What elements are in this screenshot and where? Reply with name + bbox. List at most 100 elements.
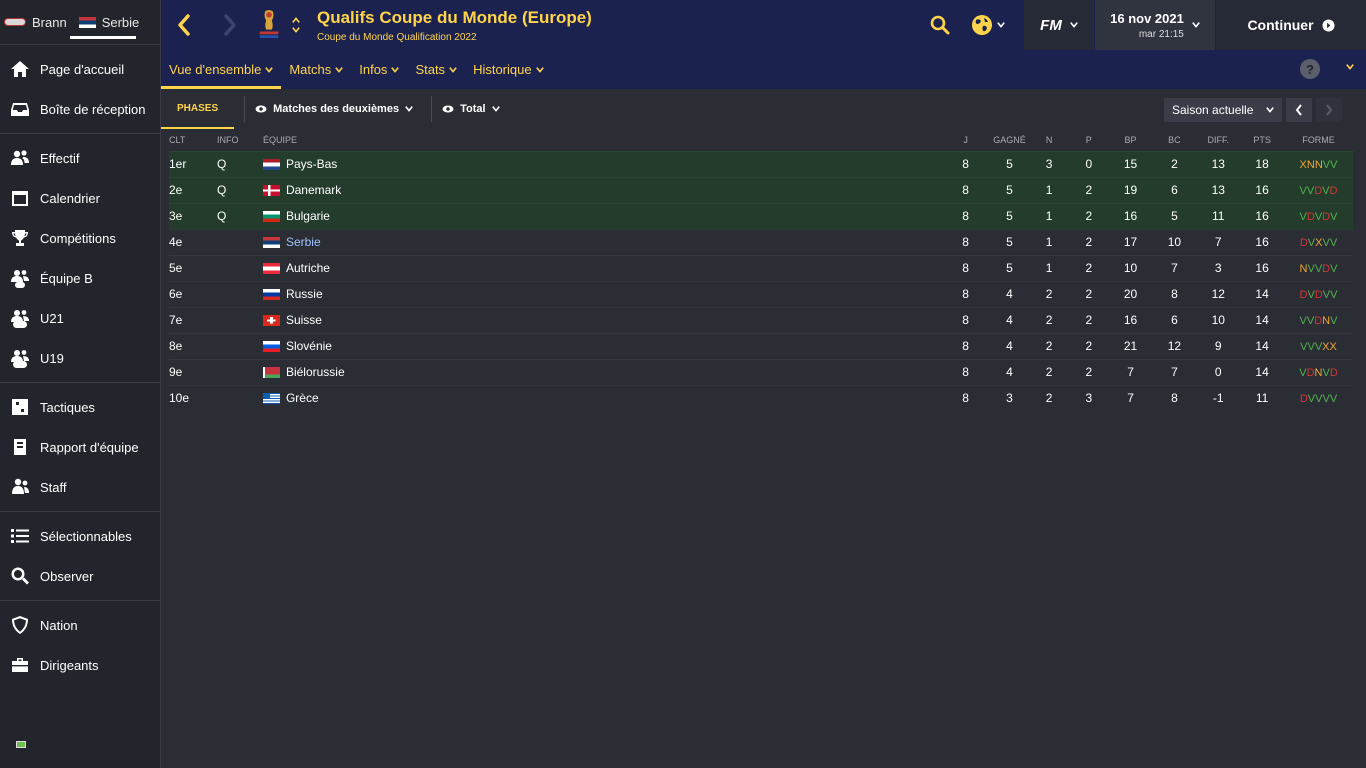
table-row[interactable]: 8e Slovénie 8 4 2 2 21 12 9 14 VVVXX bbox=[169, 332, 1353, 359]
tab-stats[interactable]: Stats bbox=[407, 50, 465, 89]
club-serbie-label: Serbie bbox=[101, 14, 140, 30]
chevron-down-icon bbox=[1266, 107, 1274, 113]
sidebar-item-page-d-accueil[interactable]: Page d'accueil bbox=[0, 49, 160, 89]
sidebar-item-rapport-d-quipe[interactable]: Rapport d'équipe bbox=[0, 427, 160, 467]
status-indicator-icon[interactable] bbox=[16, 741, 26, 748]
column-header[interactable]: BC bbox=[1152, 129, 1196, 151]
sidebar-item-label: Calendrier bbox=[40, 190, 100, 206]
world-menu-button[interactable] bbox=[962, 0, 1014, 50]
tab-matchs[interactable]: Matchs bbox=[281, 50, 351, 89]
cell-diff: 12 bbox=[1196, 280, 1241, 307]
table-row[interactable]: 10e Grèce 8 3 2 3 7 8 -1 11 DVVVV bbox=[169, 384, 1353, 411]
column-header[interactable]: P bbox=[1069, 129, 1109, 151]
cell-j: 8 bbox=[941, 306, 990, 333]
forward-button[interactable] bbox=[207, 0, 253, 50]
tab-historique[interactable]: Historique bbox=[465, 50, 552, 89]
cell-j: 8 bbox=[941, 332, 990, 359]
team-link[interactable]: Suisse bbox=[262, 313, 942, 327]
column-header[interactable]: DIFF. bbox=[1196, 129, 1240, 151]
column-header[interactable]: CLT bbox=[169, 129, 217, 151]
cell-pts: 11 bbox=[1240, 384, 1285, 411]
column-header[interactable]: ÉQUIPE bbox=[263, 129, 942, 151]
column-header[interactable]: J bbox=[942, 129, 990, 151]
sidebar-item-nation[interactable]: Nation bbox=[0, 605, 160, 645]
total-dropdown[interactable]: Total bbox=[442, 103, 500, 115]
phases-tab[interactable]: PHASES bbox=[161, 89, 235, 129]
inbox-icon bbox=[10, 99, 30, 119]
team-link[interactable]: Grèce bbox=[262, 391, 942, 405]
cell-j: 8 bbox=[941, 176, 990, 203]
cell-g: 3 bbox=[989, 384, 1030, 411]
team-link[interactable]: Danemark bbox=[262, 183, 942, 197]
sidebar-item-label: U21 bbox=[40, 310, 64, 326]
sidebar-item-label: Page d'accueil bbox=[40, 61, 125, 77]
form-result: N bbox=[1314, 159, 1323, 171]
column-header[interactable]: N bbox=[1029, 129, 1069, 151]
sidebar-item-comp-titions[interactable]: Compétitions bbox=[0, 218, 160, 258]
team-cell: Pays-Bas bbox=[262, 150, 942, 177]
table-row[interactable]: 7e Suisse 8 4 2 2 16 6 10 14 VVDNV bbox=[169, 306, 1353, 333]
form-result: V bbox=[1299, 315, 1307, 327]
flag-ch-icon bbox=[262, 314, 280, 326]
team-link[interactable]: Russie bbox=[262, 287, 942, 301]
cell-p: 2 bbox=[1068, 332, 1109, 359]
table-row[interactable]: 5e Autriche 8 5 1 2 10 7 3 16 NVVDV bbox=[169, 254, 1353, 281]
team-link[interactable]: Serbie bbox=[262, 235, 942, 249]
flag-dk-icon bbox=[262, 184, 280, 196]
column-header[interactable]: BP bbox=[1109, 129, 1153, 151]
team-link[interactable]: Biélorussie bbox=[262, 365, 942, 379]
fm-menu-button[interactable]: FM bbox=[1024, 0, 1094, 50]
chevron-down-icon[interactable] bbox=[1346, 63, 1354, 71]
sidebar-item-calendrier[interactable]: Calendrier bbox=[0, 178, 160, 218]
team-link[interactable]: Slovénie bbox=[262, 339, 942, 353]
form-result: D bbox=[1306, 211, 1315, 223]
sidebar-item-staff[interactable]: Staff bbox=[0, 467, 160, 507]
previous-season-button[interactable] bbox=[1286, 98, 1312, 122]
back-button[interactable] bbox=[161, 0, 207, 50]
continue-button[interactable]: Continuer bbox=[1216, 0, 1366, 50]
sidebar-item-bo-te-de-r-ception[interactable]: Boîte de réception bbox=[0, 89, 160, 129]
chevron-down-icon bbox=[335, 66, 344, 73]
help-button[interactable]: ? bbox=[1300, 59, 1320, 79]
season-dropdown[interactable]: Saison actuelle bbox=[1164, 98, 1282, 122]
team-name: Russie bbox=[285, 287, 323, 301]
continue-label: Continuer bbox=[1247, 17, 1314, 33]
sidebar-item-u21[interactable]: U21 bbox=[0, 298, 160, 338]
home-icon bbox=[10, 59, 30, 79]
column-header[interactable]: INFO bbox=[217, 129, 263, 151]
team-link[interactable]: Bulgarie bbox=[262, 209, 942, 223]
table-row[interactable]: 9e Biélorussie 8 4 2 2 7 7 0 14 VDNVD bbox=[169, 358, 1353, 385]
sidebar-item-u19[interactable]: U19 bbox=[0, 338, 160, 378]
date-display[interactable]: 16 nov 2021 mar 21:15 bbox=[1095, 0, 1215, 50]
competition-switcher[interactable] bbox=[289, 16, 303, 34]
view-dropdown[interactable]: Matches des deuxièmes bbox=[255, 103, 413, 115]
next-season-button[interactable] bbox=[1316, 98, 1342, 122]
sidebar-item-dirigeants[interactable]: Dirigeants bbox=[0, 645, 160, 685]
team-link[interactable]: Pays-Bas bbox=[262, 157, 942, 171]
table-row[interactable]: 1er Q Pays-Bas 8 5 3 0 15 2 13 18 XNNVV bbox=[169, 150, 1353, 177]
cell-n: 2 bbox=[1029, 358, 1069, 385]
table-row[interactable]: 6e Russie 8 4 2 2 20 8 12 14 DVDVV bbox=[169, 280, 1353, 307]
table-row[interactable]: 2e Q Danemark 8 5 1 2 19 6 13 16 VVDVD bbox=[169, 176, 1353, 203]
tab-infos[interactable]: Infos bbox=[351, 50, 407, 89]
form-cell: XNNVV bbox=[1284, 150, 1353, 177]
play-circle-icon bbox=[1322, 18, 1335, 32]
column-header[interactable]: PTS bbox=[1240, 129, 1284, 151]
team-link[interactable]: Autriche bbox=[262, 261, 942, 275]
club-serbie[interactable]: Serbie bbox=[78, 14, 140, 30]
cell-info bbox=[217, 254, 263, 281]
search-button[interactable] bbox=[918, 0, 962, 50]
sidebar-item--quipe-b[interactable]: Équipe B bbox=[0, 258, 160, 298]
sidebar-item-label: Observer bbox=[40, 568, 94, 584]
sidebar-item-s-lectionnables[interactable]: Sélectionnables bbox=[0, 516, 160, 556]
table-row[interactable]: 3e Q Bulgarie 8 5 1 2 16 5 11 16 VDVDV bbox=[169, 202, 1353, 229]
cell-n: 1 bbox=[1029, 254, 1069, 281]
tab-vue-d-ensemble[interactable]: Vue d'ensemble bbox=[161, 50, 282, 89]
club-brann[interactable]: Brann bbox=[4, 15, 67, 30]
table-row[interactable]: 4e Serbie 8 5 1 2 17 10 7 16 DVXVV bbox=[169, 228, 1353, 255]
sidebar-item-effectif[interactable]: Effectif bbox=[0, 138, 160, 178]
sidebar-item-tactiques[interactable]: Tactiques bbox=[0, 387, 160, 427]
column-header[interactable]: FORME bbox=[1284, 129, 1353, 151]
sidebar-item-observer[interactable]: Observer bbox=[0, 556, 160, 596]
column-header[interactable]: GAGNÉ bbox=[990, 129, 1030, 151]
